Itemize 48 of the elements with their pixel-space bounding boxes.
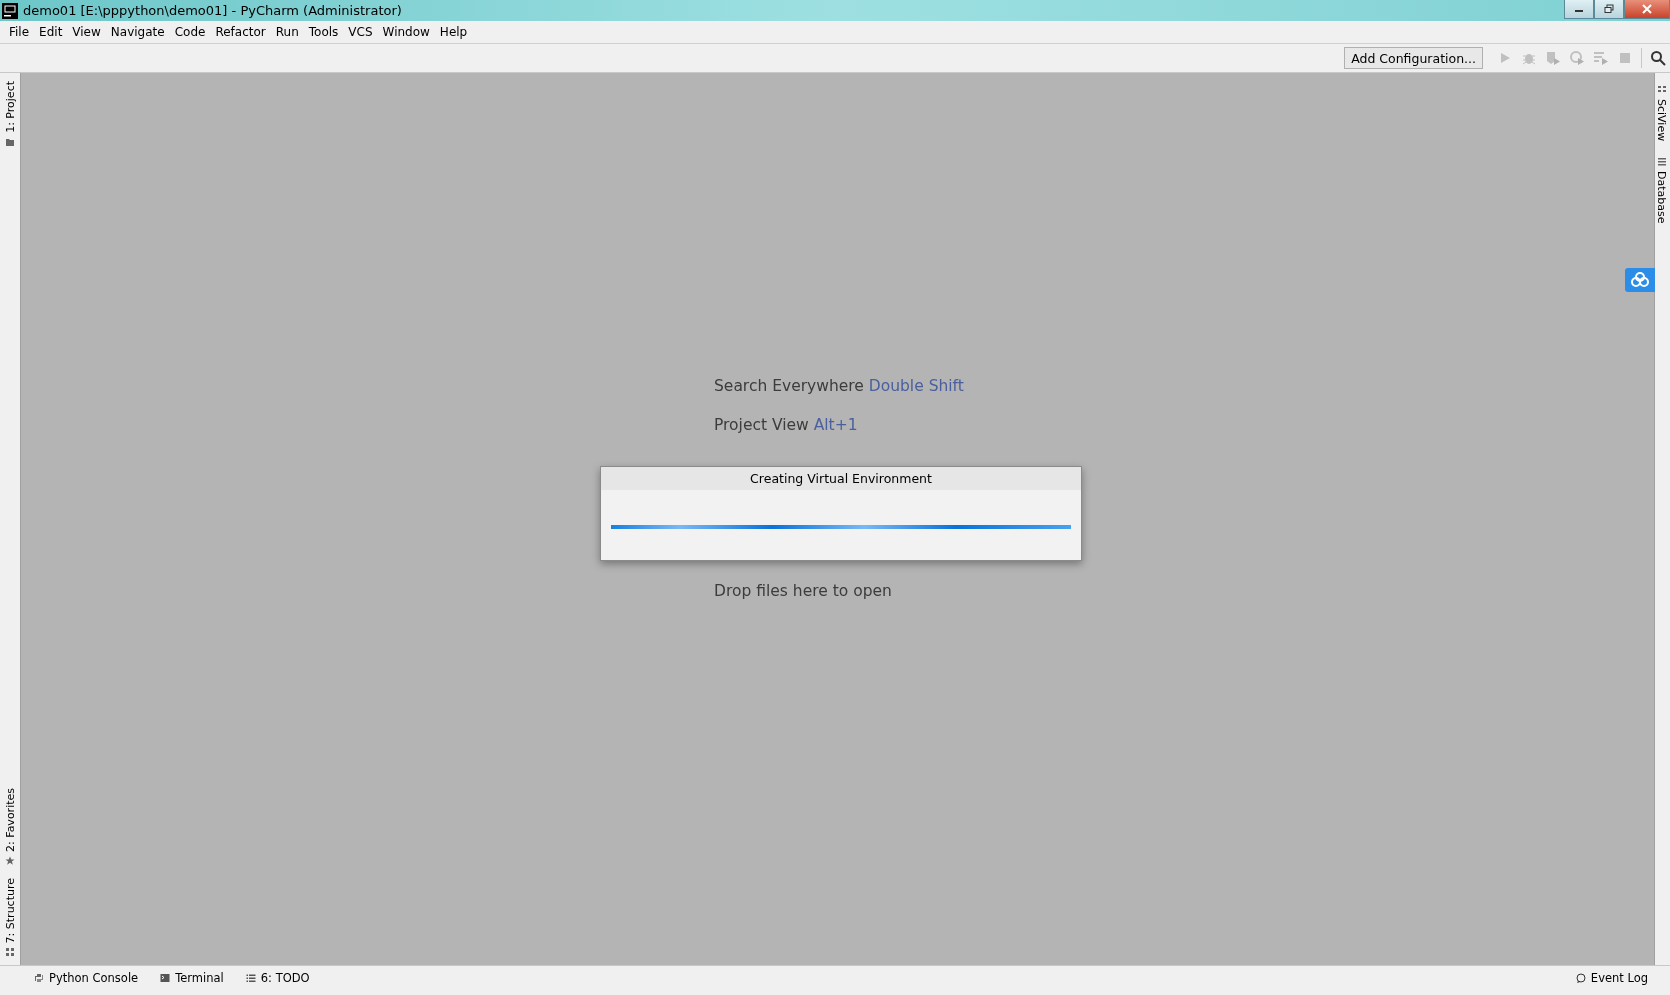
- menu-item[interactable]: Run: [270, 25, 304, 39]
- cloud-icon: [1630, 272, 1650, 288]
- folder-icon: [5, 136, 15, 147]
- terminal-icon: [160, 973, 171, 983]
- coverage-icon[interactable]: [1545, 50, 1561, 66]
- tool-window-tab[interactable]: SciView: [1655, 99, 1668, 142]
- app-logo-icon: [2, 2, 18, 19]
- concurrency-icon[interactable]: [1593, 50, 1609, 66]
- speech-bubble-icon: [1575, 973, 1586, 983]
- menu-item[interactable]: File: [4, 25, 35, 39]
- hint-text: Search Everywhere Double Shift: [714, 376, 964, 397]
- menu-item[interactable]: Tools: [303, 25, 344, 39]
- tool-window-tab[interactable]: 6: TODO: [260, 971, 310, 985]
- stop-icon[interactable]: [1617, 50, 1633, 66]
- tool-window-tab[interactable]: Terminal: [175, 971, 224, 985]
- tool-window-tab[interactable]: Python Console: [49, 971, 139, 985]
- tool-window-tab[interactable]: Database: [1655, 171, 1668, 224]
- tool-window-tab[interactable]: 2: Favorites: [3, 787, 17, 852]
- menu-item[interactable]: Refactor: [210, 25, 271, 39]
- add-configuration-button[interactable]: Add Configuration...: [1344, 47, 1483, 69]
- python-icon: [34, 973, 44, 983]
- close-button[interactable]: [1624, 0, 1670, 19]
- dialog-title: Creating Virtual Environment: [601, 467, 1081, 490]
- star-icon: [5, 855, 15, 866]
- tool-window-tab[interactable]: 7: Structure: [3, 877, 17, 943]
- event-log-tab[interactable]: Event Log: [1590, 971, 1648, 985]
- database-icon: [1656, 157, 1667, 168]
- menu-item[interactable]: View: [67, 25, 106, 39]
- tool-window-tab[interactable]: 1: Project: [3, 81, 17, 133]
- minimize-button[interactable]: [1564, 0, 1594, 19]
- restore-button[interactable]: [1594, 0, 1624, 19]
- grid-icon: [1656, 85, 1667, 95]
- menu-item[interactable]: Window: [377, 25, 435, 39]
- menu-item[interactable]: Help: [434, 25, 473, 39]
- close-icon: [1641, 4, 1653, 14]
- hint-text: Project View Alt+1: [714, 415, 858, 436]
- cloud-button[interactable]: [1625, 268, 1655, 292]
- profile-icon[interactable]: [1569, 50, 1585, 66]
- hint-text: Drop files here to open: [714, 581, 892, 602]
- menu-item[interactable]: Code: [169, 25, 211, 39]
- restore-icon: [1604, 4, 1614, 14]
- search-icon[interactable]: [1650, 50, 1666, 66]
- menu-item[interactable]: Navigate: [105, 25, 170, 39]
- list-icon: [245, 973, 256, 983]
- menu-item[interactable]: VCS: [343, 25, 378, 39]
- menu-item[interactable]: Edit: [34, 25, 68, 39]
- structure-icon: [5, 947, 15, 957]
- window-title: demo01 [E:\pppython\demo01] - PyCharm (Administrator): [23, 3, 402, 18]
